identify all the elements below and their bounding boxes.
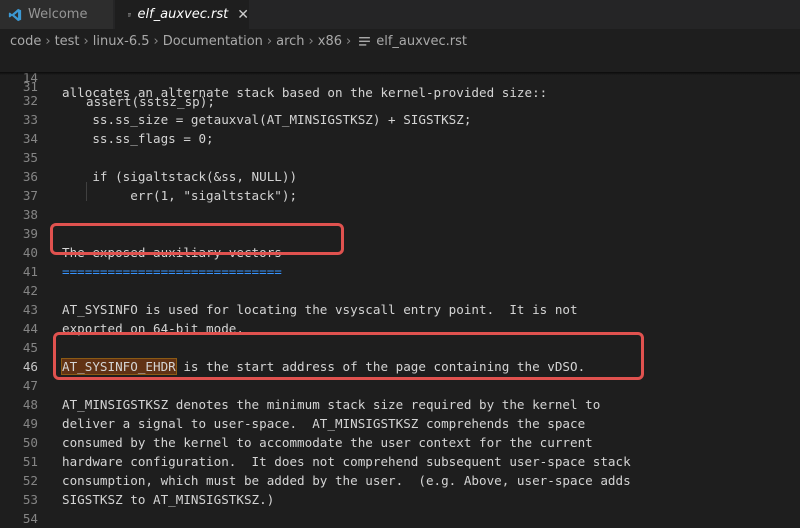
line-number: 34 [0,129,38,148]
line-number: 48 [0,395,38,414]
line-number: 50 [0,433,38,452]
code-line[interactable]: 33 ss.ss_size = getauxval(AT_MINSIGSTKSZ… [0,110,800,129]
code-text: hardware configuration. It does not comp… [62,452,631,471]
breadcrumb-item-arch[interactable]: arch [276,34,304,49]
code-line[interactable]: 52 consumption, which must be added by th… [0,471,800,490]
breadcrumb-item-file[interactable]: elf_auxvec.rst [376,34,467,49]
line-number: 44 [0,319,38,338]
tab-elf-auxvec[interactable]: elf_auxvec.rst ✕ [115,0,249,29]
line-number: 14 [0,68,38,87]
tab-welcome[interactable]: Welcome [0,0,114,29]
tab-bar: Welcome elf_auxvec.rst ✕ [0,0,800,29]
breadcrumb-item-x86[interactable]: x86 [318,34,342,49]
code-text: ss.ss_size = getauxval(AT_MINSIGSTKSZ) +… [62,110,471,129]
highlight-box-at-sysinfo-ehdr [53,332,644,380]
tab-elf-auxvec-label: elf_auxvec.rst [137,7,228,22]
code-text: allocates an alternate stack based on th… [62,83,547,102]
breadcrumb: code › test › linux-6.5 › Documentation … [0,29,800,53]
line-number: 35 [0,148,38,167]
line-number: 47 [0,376,38,395]
breadcrumb-item-documentation[interactable]: Documentation [163,34,263,49]
code-line[interactable]: 35 [0,148,800,167]
code-line[interactable]: 38 [0,205,800,224]
code-line[interactable]: 34 ss.ss_flags = 0; [0,129,800,148]
code-text: AT_SYSINFO is used for locating the vsys… [62,300,578,319]
code-line[interactable]: 49 deliver a signal to user-space. AT_MIN… [0,414,800,433]
close-icon[interactable]: ✕ [237,7,249,23]
highlight-box-heading [50,223,344,255]
breadcrumb-item-linux[interactable]: linux-6.5 [93,34,150,49]
tab-welcome-label: Welcome [28,7,87,22]
line-number: 39 [0,224,38,243]
code-line[interactable]: 53 SIGSTKSZ to AT_MINSIGSTKSZ.) [0,490,800,509]
list-icon [359,37,370,46]
code-text: ss.ss_flags = 0; [62,129,214,148]
code-text: if (sigaltstack(&ss, NULL)) [62,167,297,186]
code-line[interactable]: 37 err(1, "sigaltstack"); [0,186,800,205]
line-number: 37 [0,186,38,205]
line-number: 41 [0,262,38,281]
code-text: SIGSTKSZ to AT_MINSIGSTKSZ.) [62,490,274,509]
code-line[interactable]: 43 AT_SYSINFO is used for locating the vs… [0,300,800,319]
code-text: consumption, which must be added by the … [62,471,631,490]
code-line[interactable]: 42 [0,281,800,300]
line-number: 46 [0,357,38,376]
breadcrumb-item-code[interactable]: code [10,34,41,49]
breadcrumb-item-test[interactable]: test [55,34,80,49]
list-icon [128,10,131,20]
code-text: AT_MINSIGSTKSZ denotes the minimum stack… [62,395,600,414]
line-number: 45 [0,338,38,357]
chevron-right-icon: › [154,34,159,49]
sticky-scroll-line[interactable]: 14 allocates an alternate stack based on… [0,53,800,72]
vscode-icon [8,8,22,22]
sticky-scroll-shadow [0,72,800,75]
code-editor[interactable]: 31 assert(sstsz_sp); 14 allocates an alt… [0,53,800,523]
line-number: 53 [0,490,38,509]
code-text: deliver a signal to user-space. AT_MINSI… [62,414,585,433]
line-number: 54 [0,509,38,528]
code-text: err(1, "sigaltstack"); [62,186,297,205]
code-line[interactable]: 48 AT_MINSIGSTKSZ denotes the minimum sta… [0,395,800,414]
code-line[interactable]: 54 [0,509,800,528]
code-line[interactable]: 50 consumed by the kernel to accommodate … [0,433,800,452]
line-number: 49 [0,414,38,433]
line-number: 38 [0,205,38,224]
chevron-right-icon: › [267,34,272,49]
chevron-right-icon: › [309,34,314,49]
code-line[interactable]: 51 hardware configuration. It does not co… [0,452,800,471]
line-number: 43 [0,300,38,319]
chevron-right-icon: › [84,34,89,49]
code-line[interactable]: 36 if (sigaltstack(&ss, NULL)) [0,167,800,186]
code-text: consumed by the kernel to accommodate th… [62,433,593,452]
line-number: 52 [0,471,38,490]
line-number: 40 [0,243,38,262]
chevron-right-icon: › [346,34,351,49]
line-number: 42 [0,281,38,300]
line-number: 36 [0,167,38,186]
code-line[interactable]: 41 ============================= [0,262,800,281]
line-number: 51 [0,452,38,471]
code-text: ============================= [62,262,282,281]
chevron-right-icon: › [45,34,50,49]
